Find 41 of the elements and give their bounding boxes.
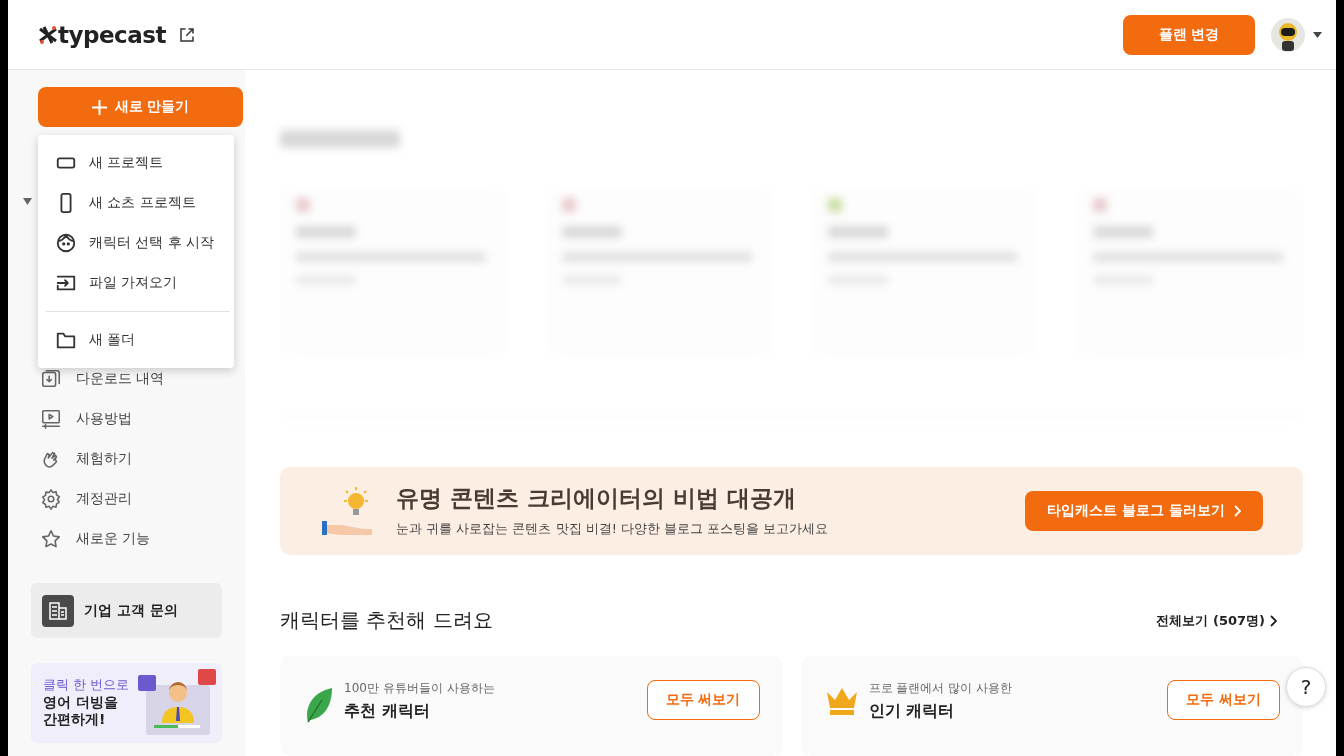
sidebar-item[interactable]: 체험하기: [8, 439, 245, 479]
view-all-link[interactable]: 전체보기 (507명): [1156, 611, 1277, 630]
star-icon: [40, 528, 62, 550]
plus-icon: [91, 99, 107, 115]
promo-banner[interactable]: 클릭 한 번으로 영어 더빙을 간편하게!: [31, 663, 222, 743]
logo-icon: [38, 24, 58, 45]
caret-down-icon[interactable]: [1313, 31, 1322, 38]
menu-item[interactable]: 새 프로젝트: [38, 143, 234, 183]
video-icon: [40, 408, 62, 430]
crown-icon: [824, 686, 859, 716]
menu-item[interactable]: 새 쇼츠 프로젝트: [38, 183, 234, 223]
menu-item[interactable]: 파일 가져오기: [38, 263, 234, 303]
banner-subtitle: 눈과 귀를 사로잡는 콘텐츠 맛집 비결! 다양한 블로그 포스팅을 보고가세요: [396, 520, 830, 539]
enterprise-inquiry-button[interactable]: 기업 고객 문의: [31, 583, 222, 638]
menu-item[interactable]: 새 폴더: [38, 320, 234, 360]
section-title: 캐릭터를 추천해 드려요: [280, 607, 493, 634]
face-icon: [55, 232, 77, 254]
card-title: 인기 캐릭터: [868, 701, 956, 722]
promo-text: 영어 더빙을: [43, 693, 119, 712]
banner-title: 유명 콘텐츠 크리에이터의 비법 대공개: [396, 484, 798, 514]
sidebar-item[interactable]: 사용방법: [8, 399, 245, 439]
sidebar-item[interactable]: 다운로드 내역: [8, 359, 245, 399]
leaf-icon: [304, 686, 334, 724]
external-link-icon[interactable]: [177, 25, 196, 44]
promo-text: 클릭 한 번으로: [43, 677, 130, 694]
caret-down-icon[interactable]: [23, 198, 32, 205]
menu-item[interactable]: 캐릭터 선택 후 시작: [38, 223, 234, 263]
download-icon: [40, 368, 62, 390]
card-caption: 100만 유튜버들이 사용하는: [344, 680, 496, 697]
chevron-right-icon: [1269, 614, 1277, 627]
settings-icon: [40, 488, 62, 510]
card-title: 추천 캐릭터: [344, 701, 431, 722]
card-caption: 프로 플랜에서 많이 사용한: [868, 680, 1013, 697]
sidebar-item[interactable]: 새로운 기능: [8, 519, 245, 559]
promo-text: 간편하게!: [43, 711, 107, 729]
avatar-icon[interactable]: [1271, 17, 1305, 52]
document-icon: [42, 594, 74, 627]
help-button[interactable]: ?: [1286, 667, 1326, 707]
sidebar-item[interactable]: 계정관리: [8, 479, 245, 519]
logo-text[interactable]: typecast: [58, 21, 166, 48]
chevron-right-icon: [1232, 504, 1241, 517]
